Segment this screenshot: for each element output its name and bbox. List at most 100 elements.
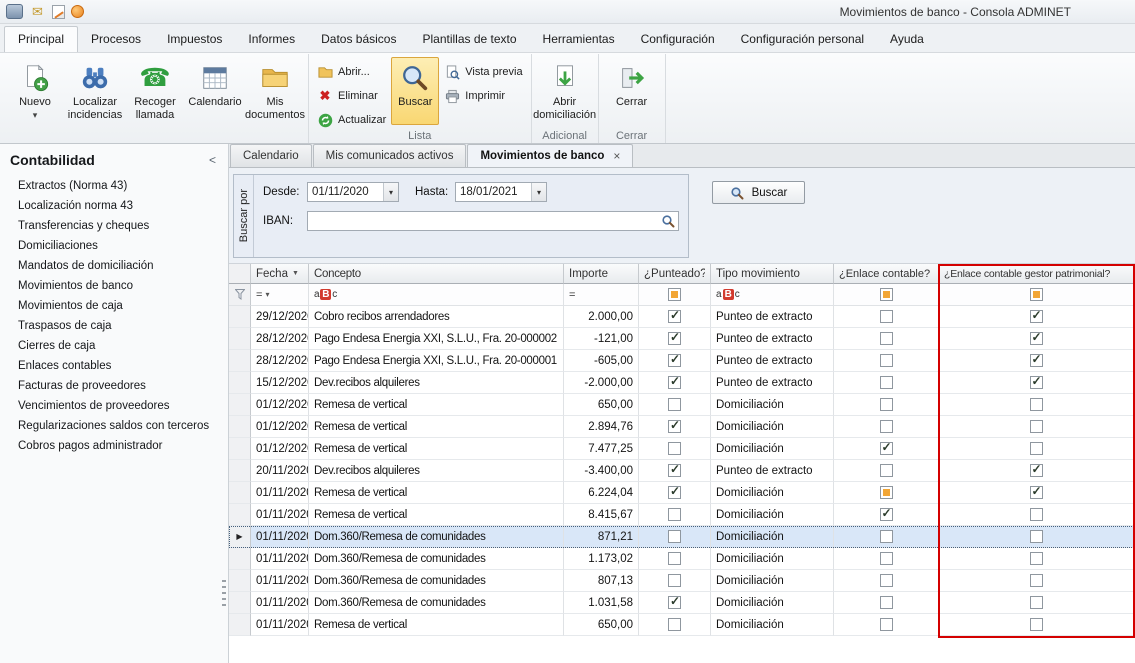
abrir-button[interactable]: Abrir... bbox=[317, 64, 386, 80]
punteado-checkbox[interactable] bbox=[668, 398, 681, 411]
table-row[interactable]: 01/11/2020Remesa de vertical650,00Domici… bbox=[229, 614, 1134, 636]
column-header-importe[interactable]: Importe bbox=[564, 264, 639, 284]
sidebar-splitter-handle[interactable] bbox=[222, 580, 226, 610]
table-row[interactable]: 29/12/2020Cobro recibos arrendadores2.00… bbox=[229, 306, 1134, 328]
record-icon[interactable] bbox=[71, 5, 84, 18]
column-header-punteado[interactable]: ¿Punteado? bbox=[639, 264, 711, 284]
table-row[interactable]: 01/11/2020Remesa de vertical6.224,04Domi… bbox=[229, 482, 1134, 504]
mis-documentos-button[interactable]: Mis documentos bbox=[245, 57, 305, 125]
menu-tab-datos-basicos[interactable]: Datos básicos bbox=[308, 27, 409, 52]
filter-checkbox[interactable] bbox=[1030, 288, 1043, 301]
sidebar-item-transferencias-y-cheques[interactable]: Transferencias y cheques bbox=[0, 216, 228, 236]
enlace-contable-checkbox[interactable] bbox=[880, 398, 893, 411]
filter-cell-importe[interactable]: = bbox=[564, 284, 639, 306]
enlace-contable-checkbox[interactable] bbox=[880, 596, 893, 609]
abrir-domiciliacion-button[interactable]: Abrir domiciliación bbox=[535, 57, 595, 125]
punteado-checkbox[interactable] bbox=[668, 618, 681, 631]
mail-icon[interactable]: ✉ bbox=[29, 4, 46, 19]
enlace-gestor-checkbox[interactable] bbox=[1030, 442, 1043, 455]
sidebar-item-cierres-de-caja[interactable]: Cierres de caja bbox=[0, 336, 228, 356]
sidebar-item-facturas-de-proveedores[interactable]: Facturas de proveedores bbox=[0, 376, 228, 396]
enlace-gestor-checkbox[interactable] bbox=[1030, 486, 1043, 499]
column-header-concepto[interactable]: Concepto bbox=[309, 264, 564, 284]
column-header-enlace[interactable]: ¿Enlace contable? bbox=[834, 264, 939, 284]
chevron-down-icon[interactable]: ▾ bbox=[531, 183, 546, 201]
edit-note-icon[interactable] bbox=[52, 5, 65, 19]
enlace-gestor-checkbox[interactable] bbox=[1030, 354, 1043, 367]
table-row[interactable]: 15/12/2020Dev.recibos alquileres-2.000,0… bbox=[229, 372, 1134, 394]
enlace-contable-checkbox[interactable] bbox=[880, 508, 893, 521]
punteado-checkbox[interactable] bbox=[668, 552, 681, 565]
punteado-checkbox[interactable] bbox=[668, 574, 681, 587]
column-header-tipo[interactable]: Tipo movimiento bbox=[711, 264, 834, 284]
sidebar-item-regularizaciones-saldos-con-terceros[interactable]: Regularizaciones saldos con terceros bbox=[0, 416, 228, 436]
enlace-contable-checkbox[interactable] bbox=[880, 574, 893, 587]
enlace-contable-checkbox[interactable] bbox=[880, 332, 893, 345]
menu-tab-informes[interactable]: Informes bbox=[235, 27, 308, 52]
menu-tab-ayuda[interactable]: Ayuda bbox=[877, 27, 937, 52]
filter-cell-enlace[interactable] bbox=[834, 284, 939, 306]
enlace-contable-checkbox[interactable] bbox=[880, 354, 893, 367]
menu-tab-principal[interactable]: Principal bbox=[4, 26, 78, 52]
filter-cell-tipo[interactable]: aBc bbox=[711, 284, 834, 306]
sidebar-item-localizacion-norma-43[interactable]: Localización norma 43 bbox=[0, 196, 228, 216]
punteado-checkbox[interactable] bbox=[668, 508, 681, 521]
enlace-contable-checkbox[interactable] bbox=[880, 486, 893, 499]
enlace-gestor-checkbox[interactable] bbox=[1030, 574, 1043, 587]
sidebar-item-enlaces-contables[interactable]: Enlaces contables bbox=[0, 356, 228, 376]
sidebar-item-mandatos-de-domiciliacion[interactable]: Mandatos de domiciliación bbox=[0, 256, 228, 276]
enlace-contable-checkbox[interactable] bbox=[880, 376, 893, 389]
punteado-checkbox[interactable] bbox=[668, 332, 681, 345]
punteado-checkbox[interactable] bbox=[668, 464, 681, 477]
menu-tab-configuracion-personal[interactable]: Configuración personal bbox=[728, 27, 877, 52]
sidebar-item-domiciliaciones[interactable]: Domiciliaciones bbox=[0, 236, 228, 256]
enlace-contable-checkbox[interactable] bbox=[880, 464, 893, 477]
enlace-gestor-checkbox[interactable] bbox=[1030, 464, 1043, 477]
filter-cell-fecha[interactable]: =▾ bbox=[251, 284, 309, 306]
punteado-checkbox[interactable] bbox=[668, 376, 681, 389]
enlace-contable-checkbox[interactable] bbox=[880, 530, 893, 543]
eliminar-button[interactable]: ✖ Eliminar bbox=[317, 88, 386, 104]
cerrar-button[interactable]: Cerrar bbox=[602, 57, 662, 125]
punteado-checkbox[interactable] bbox=[668, 310, 681, 323]
punteado-checkbox[interactable] bbox=[668, 596, 681, 609]
table-row[interactable]: 01/12/2020Remesa de vertical7.477,25Domi… bbox=[229, 438, 1134, 460]
calendario-button[interactable]: Calendario bbox=[185, 57, 245, 125]
sidebar-item-movimientos-de-banco[interactable]: Movimientos de banco bbox=[0, 276, 228, 296]
table-row[interactable]: 01/11/2020Dom.360/Remesa de comunidades1… bbox=[229, 548, 1134, 570]
sidebar-item-vencimientos-de-proveedores[interactable]: Vencimientos de proveedores bbox=[0, 396, 228, 416]
localizar-incidencias-button[interactable]: Localizar incidencias bbox=[65, 57, 125, 125]
filter-checkbox[interactable] bbox=[668, 288, 681, 301]
table-row[interactable]: ▶01/11/2020Dom.360/Remesa de comunidades… bbox=[229, 526, 1134, 548]
table-row[interactable]: 01/12/2020Remesa de vertical2.894,76Domi… bbox=[229, 416, 1134, 438]
punteado-checkbox[interactable] bbox=[668, 442, 681, 455]
enlace-gestor-checkbox[interactable] bbox=[1030, 420, 1043, 433]
table-row[interactable]: 01/11/2020Dom.360/Remesa de comunidades8… bbox=[229, 570, 1134, 592]
table-row[interactable]: 20/11/2020Dev.recibos alquileres-3.400,0… bbox=[229, 460, 1134, 482]
enlace-gestor-checkbox[interactable] bbox=[1030, 310, 1043, 323]
vista-previa-button[interactable]: Vista previa bbox=[444, 64, 522, 80]
enlace-contable-checkbox[interactable] bbox=[880, 310, 893, 323]
table-row[interactable]: 01/11/2020Remesa de vertical8.415,67Domi… bbox=[229, 504, 1134, 526]
menu-tab-herramientas[interactable]: Herramientas bbox=[530, 27, 628, 52]
filter-cell-punteado[interactable] bbox=[639, 284, 711, 306]
enlace-gestor-checkbox[interactable] bbox=[1030, 618, 1043, 631]
table-row[interactable]: 28/12/2020Pago Endesa Energia XXI, S.L.U… bbox=[229, 350, 1134, 372]
sidebar-item-cobros-pagos-administrador[interactable]: Cobros pagos administrador bbox=[0, 436, 228, 456]
enlace-contable-checkbox[interactable] bbox=[880, 552, 893, 565]
enlace-gestor-checkbox[interactable] bbox=[1030, 530, 1043, 543]
hasta-date-combo[interactable]: 18/01/2021 ▾ bbox=[455, 182, 547, 202]
enlace-gestor-checkbox[interactable] bbox=[1030, 596, 1043, 609]
menu-tab-configuracion[interactable]: Configuración bbox=[628, 27, 728, 52]
filter-cell-gestor[interactable] bbox=[939, 284, 1134, 306]
actualizar-button[interactable]: Actualizar bbox=[317, 112, 386, 128]
table-row[interactable]: 01/12/2020Remesa de vertical650,00Domici… bbox=[229, 394, 1134, 416]
filter-cell-concepto[interactable]: aBc bbox=[309, 284, 564, 306]
table-row[interactable]: 28/12/2020Pago Endesa Energia XXI, S.L.U… bbox=[229, 328, 1134, 350]
tab-calendario[interactable]: Calendario bbox=[230, 144, 312, 167]
enlace-contable-checkbox[interactable] bbox=[880, 618, 893, 631]
recoger-llamada-button[interactable]: ☎ Recoger llamada bbox=[125, 57, 185, 125]
chevron-down-icon[interactable]: ▾ bbox=[383, 183, 398, 201]
iban-input[interactable] bbox=[307, 211, 679, 231]
collapse-sidebar-button[interactable]: < bbox=[209, 153, 216, 167]
